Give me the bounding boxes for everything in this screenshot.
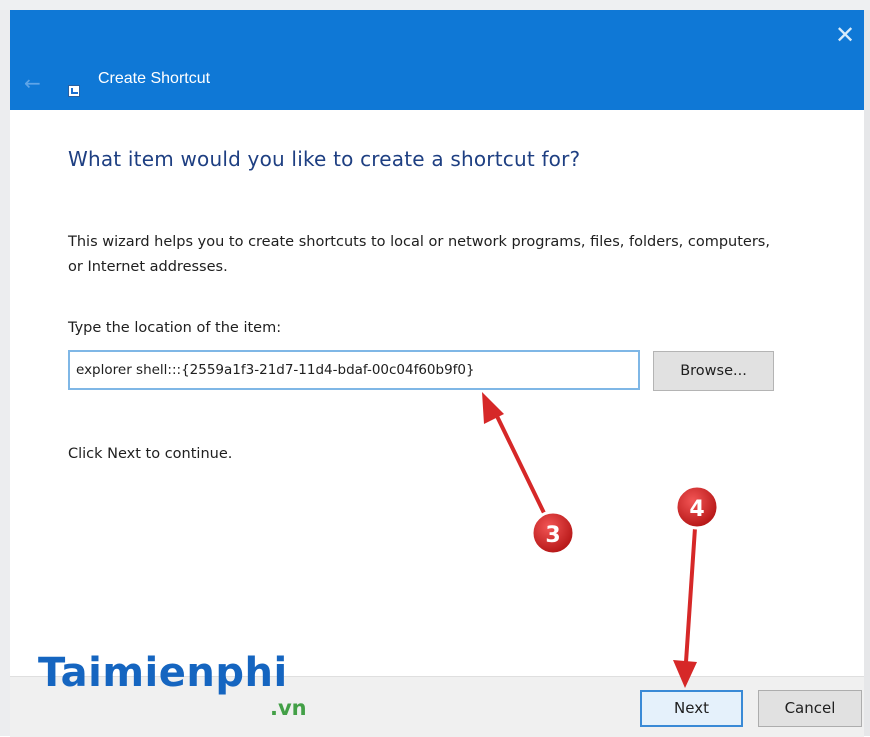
continue-instruction: Click Next to continue. xyxy=(68,446,233,462)
arrow-to-next xyxy=(673,526,697,688)
page-heading: What item would you like to create a sho… xyxy=(68,147,581,171)
shortcut-icon xyxy=(68,85,80,97)
step-badge-3: 3 xyxy=(530,510,576,556)
title-bar: ✕ ← Create Shortcut xyxy=(10,10,864,110)
next-button[interactable]: Next xyxy=(640,690,743,727)
watermark-logo: Taimienphi .vn xyxy=(38,650,338,730)
window-title: Create Shortcut xyxy=(98,70,211,87)
close-icon[interactable]: ✕ xyxy=(830,20,860,50)
watermark-domain: .vn xyxy=(270,696,307,720)
browse-button[interactable]: Browse... xyxy=(653,351,774,391)
screen-bezel-right xyxy=(864,10,870,736)
location-input[interactable] xyxy=(68,350,640,390)
cancel-button[interactable]: Cancel xyxy=(758,690,862,727)
screen-bezel-left xyxy=(0,10,10,736)
step-label-4: 4 xyxy=(689,497,704,522)
watermark-brand: Taimienphi xyxy=(38,650,288,696)
wizard-description: This wizard helps you to create shortcut… xyxy=(68,234,770,275)
arrow-to-input xyxy=(482,392,547,517)
back-arrow-icon[interactable]: ← xyxy=(24,72,46,94)
location-label: Type the location of the item: xyxy=(68,320,282,336)
screen-bezel-top xyxy=(0,0,870,10)
create-shortcut-window: ✕ ← Create Shortcut What item would you … xyxy=(0,0,870,737)
step-badge-4: 4 xyxy=(674,484,720,530)
step-label-3: 3 xyxy=(545,523,560,548)
